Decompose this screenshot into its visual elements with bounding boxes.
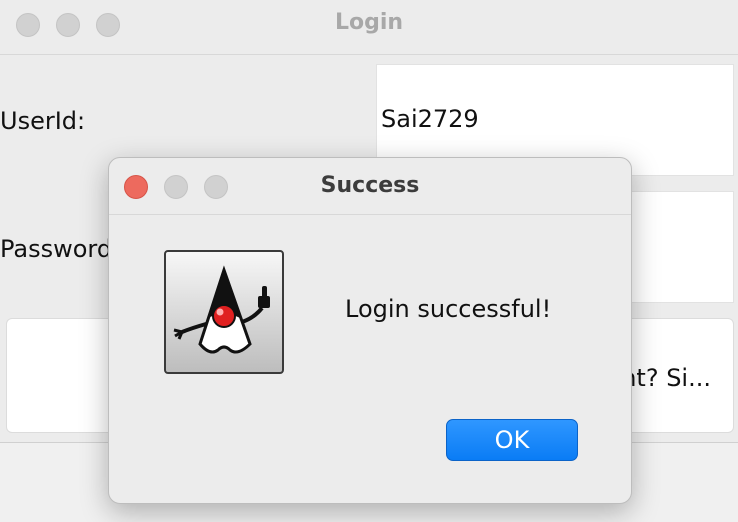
ok-button[interactable]: OK	[446, 419, 578, 461]
dialog-titlebar: Success	[109, 158, 631, 215]
password-label: Password	[0, 235, 113, 263]
dialog-message: Login successful!	[345, 295, 552, 323]
success-dialog: Success Login successful! OK	[108, 157, 632, 504]
duke-icon	[164, 250, 284, 374]
dialog-title: Success	[320, 173, 420, 198]
userid-value: Sai2729	[381, 105, 479, 133]
duke-mascot-icon	[173, 265, 270, 354]
login-titlebar: Login	[0, 0, 738, 55]
window-title: Login	[334, 10, 404, 35]
userid-label: UserId:	[0, 107, 86, 135]
